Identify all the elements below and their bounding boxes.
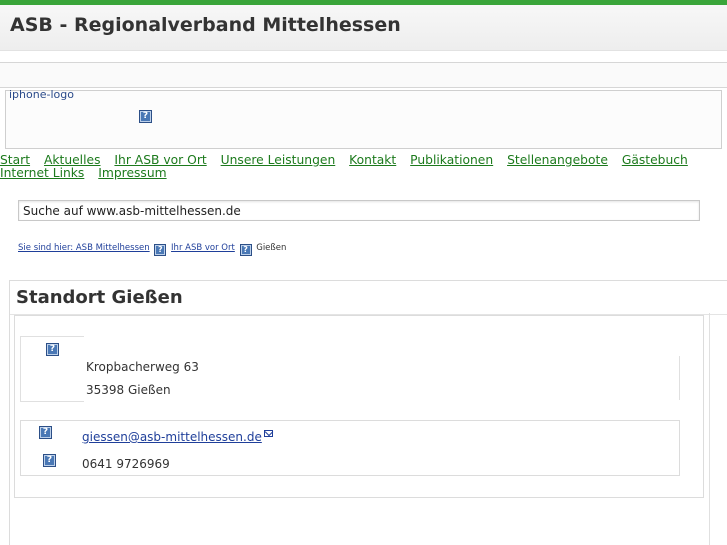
location-panel: ? Kropbacherweg 63 35398 Gießen ? giesse… [14, 315, 704, 498]
email-image-icon: ? [39, 426, 52, 439]
page-title: Standort Gießen [16, 287, 183, 308]
broken-image-icon: ? [46, 343, 59, 356]
breadcrumb-current: Gießen [256, 243, 287, 253]
nav-publikationen[interactable]: Publikationen [410, 153, 493, 167]
broken-image-icon: ? [139, 110, 152, 123]
breadcrumb-link-home[interactable]: Sie sind hier: ASB Mittelhessen [18, 243, 150, 253]
address-street: Kropbacherweg 63 [86, 360, 199, 374]
nav-kontakt[interactable]: Kontakt [349, 153, 396, 167]
breadcrumb: Sie sind hier: ASB Mittelhessen ? Ihr AS… [18, 243, 286, 256]
address-city: 35398 Gießen [86, 383, 171, 397]
mail-icon [263, 430, 273, 437]
nav-impressum[interactable]: Impressum [98, 166, 166, 180]
breadcrumb-link-vor-ort[interactable]: Ihr ASB vor Ort [171, 243, 235, 253]
phone-image-icon: ? [43, 454, 56, 467]
nav-unsere-leistungen[interactable]: Unsere Leistungen [221, 153, 336, 167]
site-title: ASB - Regionalverband Mittelhessen [10, 14, 401, 36]
logo-area: iphone-logo ? [5, 88, 722, 149]
breadcrumb-separator-icon: ? [154, 244, 167, 256]
logo-alt-text: iphone-logo [9, 88, 74, 101]
divider [679, 356, 680, 400]
divider [709, 313, 710, 545]
site-header: ASB - Regionalverband Mittelhessen [0, 5, 727, 51]
nav-gaestebuch[interactable]: Gästebuch [622, 153, 688, 167]
email-link[interactable]: giessen@asb-mittelhessen.de [82, 430, 273, 444]
nav-aktuelles[interactable]: Aktuelles [44, 153, 101, 167]
nav-stellenangebote[interactable]: Stellenangebote [507, 153, 608, 167]
phone-number: 0641 9726969 [82, 457, 170, 471]
contact-box: ? giessen@asb-mittelhessen.de ? 0641 972… [20, 420, 680, 476]
search-input[interactable] [18, 200, 700, 221]
header-strip [0, 62, 727, 88]
nav-internet-links[interactable]: Internet Links [0, 166, 84, 180]
breadcrumb-separator-icon: ? [239, 244, 252, 256]
nav-ihr-asb-vor-ort[interactable]: Ihr ASB vor Ort [114, 153, 206, 167]
nav-start[interactable]: Start [0, 153, 30, 167]
main-navigation: Start Aktuelles Ihr ASB vor Ort Unsere L… [0, 154, 727, 180]
email-text: giessen@asb-mittelhessen.de [82, 430, 262, 444]
content-area: Standort Gießen ? Kropbacherweg 63 35398… [9, 280, 727, 545]
location-image-box: ? [20, 336, 84, 402]
